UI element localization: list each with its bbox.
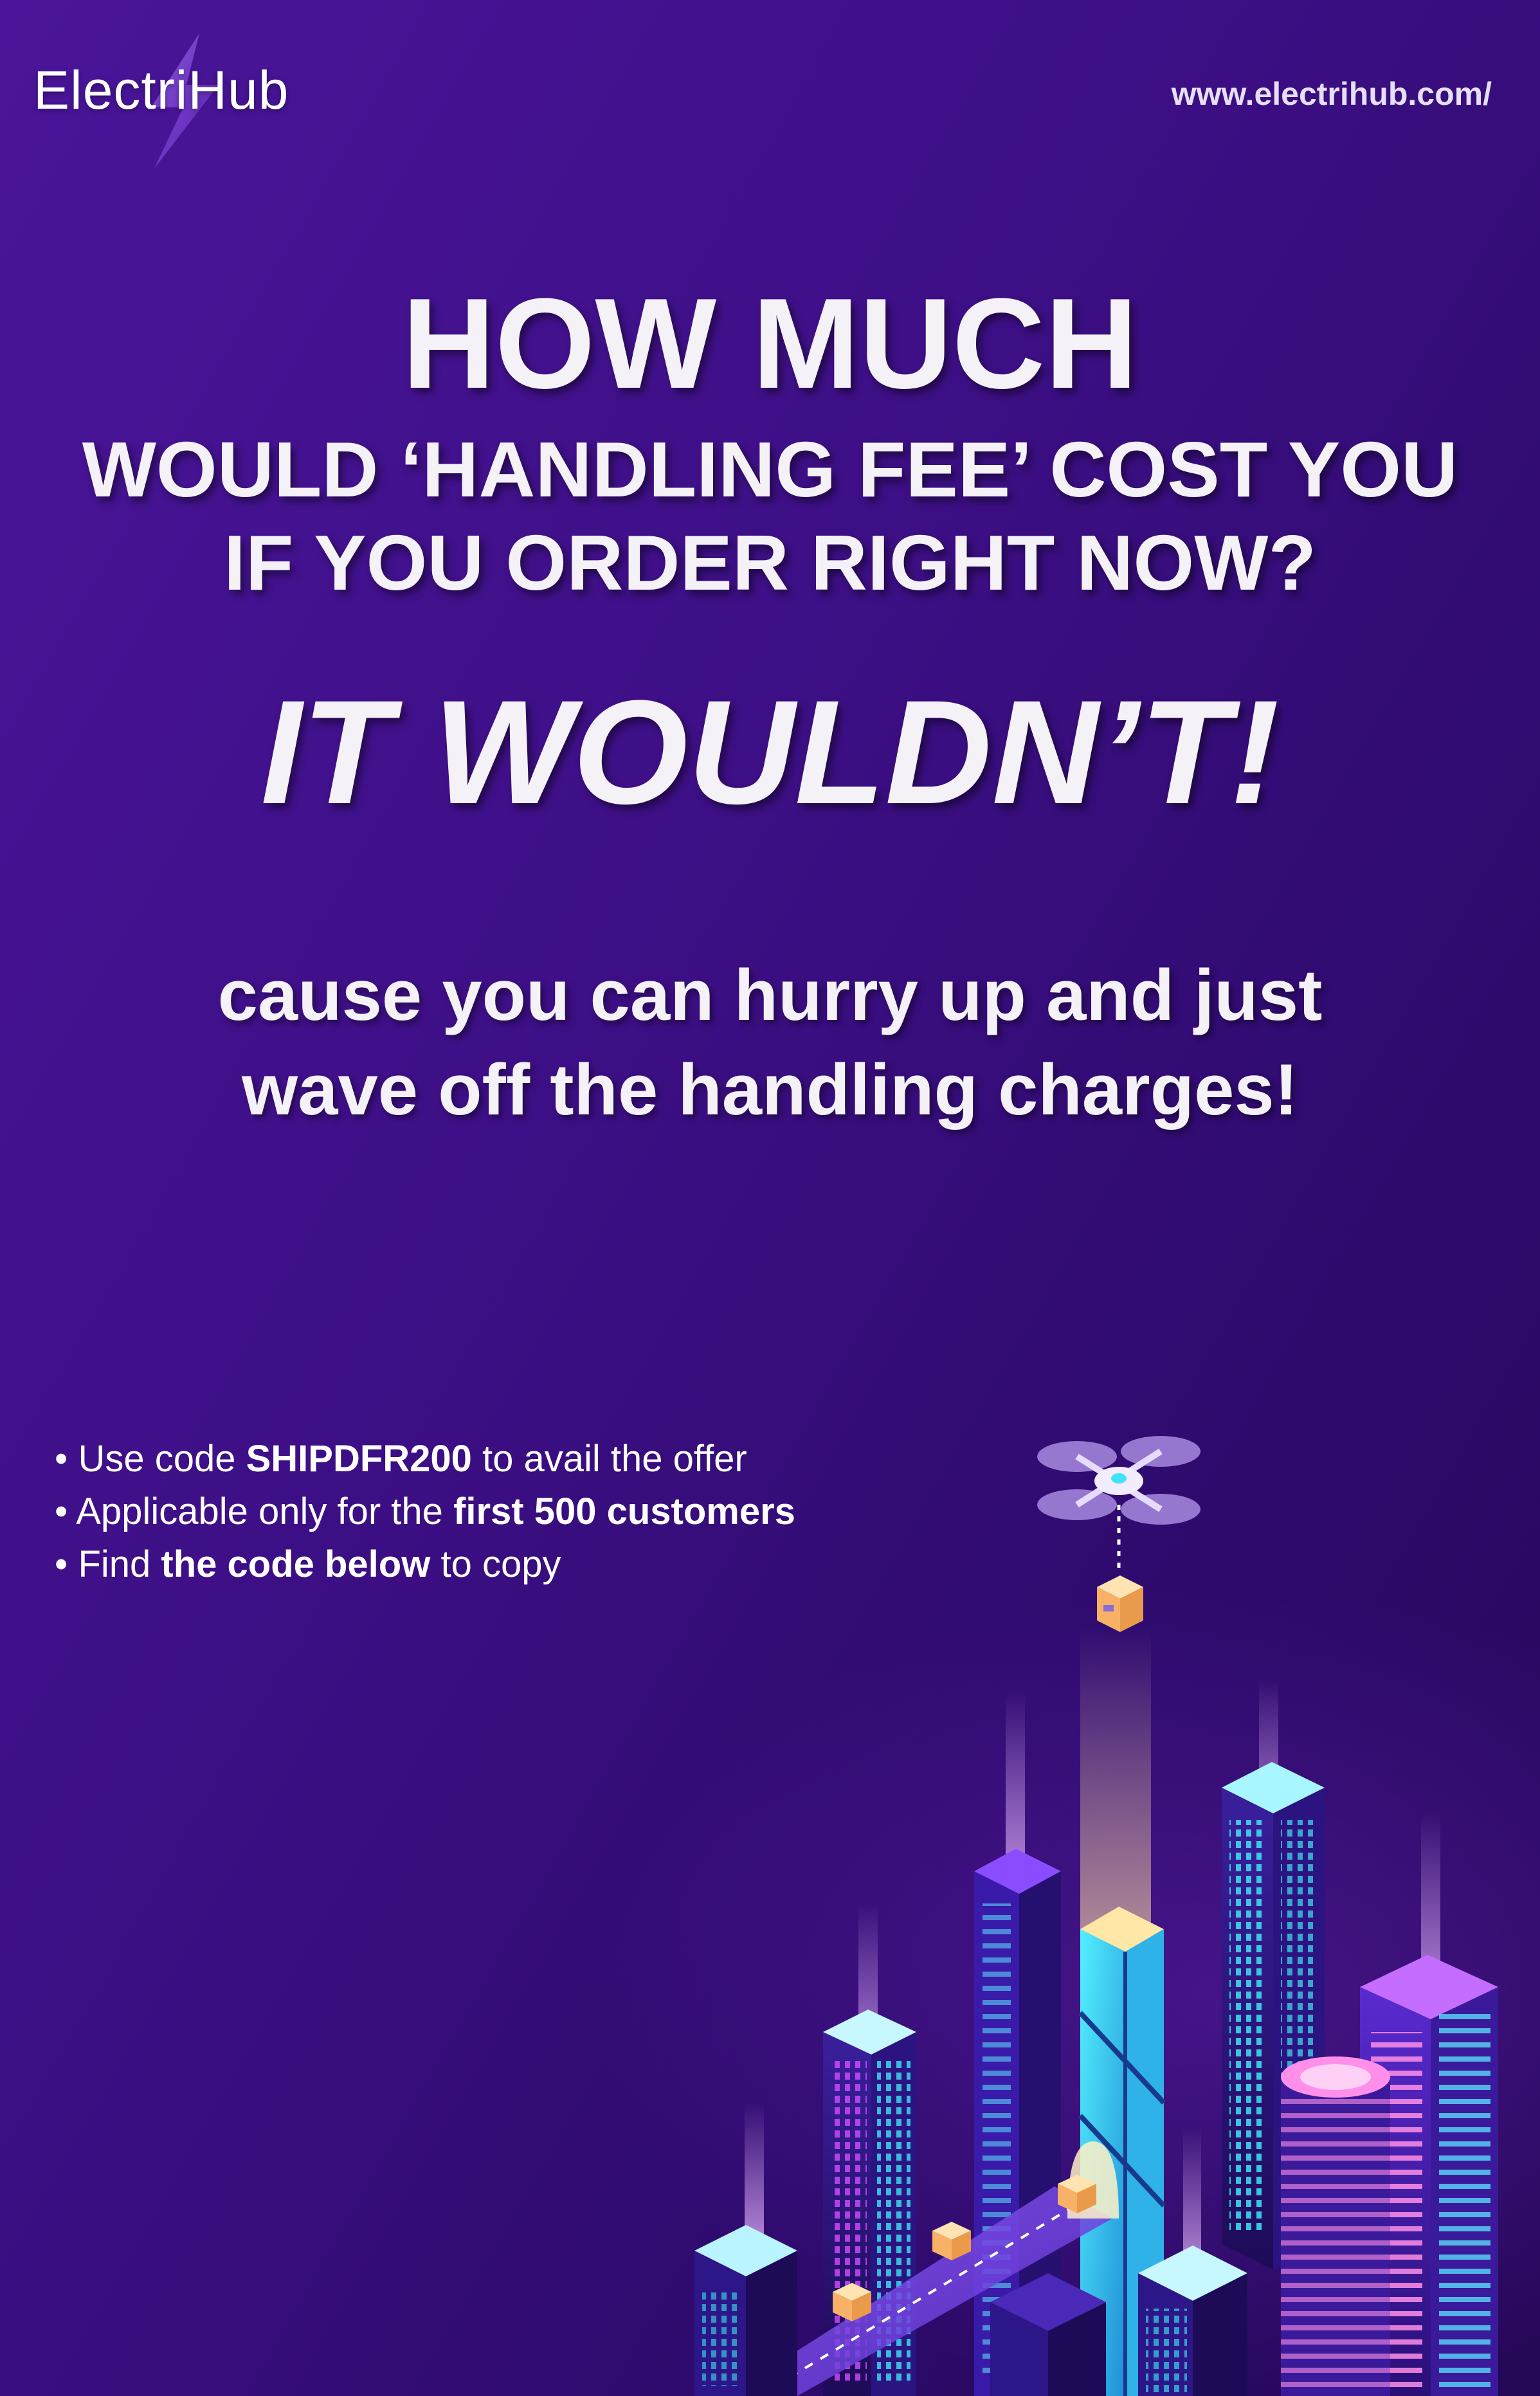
offer-text: Use code (78, 1438, 246, 1480)
building-low-left (694, 2225, 797, 2396)
bullet-icon: • (55, 1543, 68, 1585)
bullet-icon: • (55, 1491, 68, 1532)
promo-code[interactable]: SHIPDFR200 (246, 1438, 472, 1480)
offer-highlight: the code below (161, 1543, 431, 1585)
offer-text: Find (78, 1543, 161, 1585)
city-illustration (694, 1436, 1498, 2396)
bullet-icon: • (55, 1438, 68, 1480)
drone-icon (1037, 1436, 1200, 1525)
package-icon (1097, 1575, 1143, 1632)
offer-text: to copy (430, 1543, 561, 1585)
headline-answer: IT WOULDN’T! (260, 669, 1280, 835)
brand-logo[interactable]: ElectriHub (32, 33, 309, 168)
offer-text: Applicable only for the (76, 1491, 454, 1532)
site-url-link[interactable]: www.electrihub.com/ (1172, 75, 1492, 113)
headline-line-3: IF YOU ORDER RIGHT NOW? (224, 519, 1316, 606)
building-low-right (1138, 2246, 1247, 2396)
headline-line-1: HOW MUCH (402, 272, 1138, 415)
headline-line-2: WOULD ‘HANDLING FEE’ COST YOU (82, 426, 1458, 513)
building-cylinder (1281, 2056, 1390, 2396)
brand-name: ElectriHub (33, 60, 289, 120)
subline-line-2: wave off the handling charges! (242, 1049, 1298, 1130)
subline-line-1: cause you can hurry up and just (217, 955, 1323, 1035)
